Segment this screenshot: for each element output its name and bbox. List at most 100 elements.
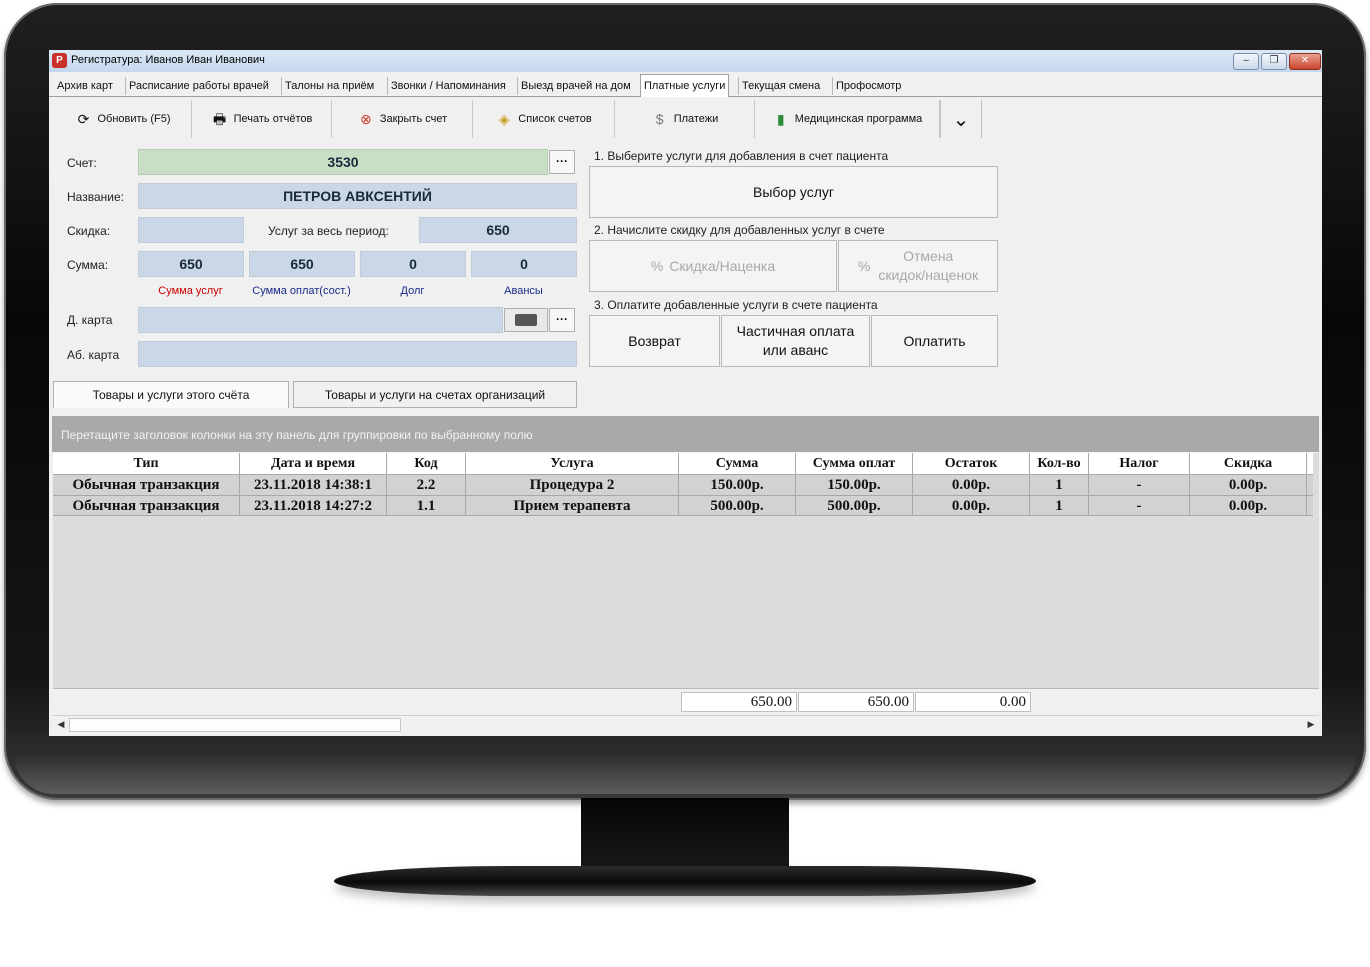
card-plus-icon	[515, 314, 537, 326]
medical-program-button[interactable]: ▮ Медицинская программа	[755, 100, 940, 138]
payments-label: Платежи	[673, 113, 719, 125]
col-sum[interactable]: Сумма	[679, 453, 796, 474]
dcard-label: Д. карта	[67, 313, 113, 327]
discount-markup-label: Скидка/Наценка	[669, 257, 776, 274]
partial-payment-label: Частичная оплата или аванс	[737, 322, 855, 360]
horizontal-scrollbar[interactable]: ◀ ▶	[53, 715, 1319, 733]
cell-datetime: 23.11.2018 14:27:2	[240, 496, 387, 516]
cancel-discounts-button[interactable]: % Отмена скидок/наценок	[838, 240, 998, 292]
discount-field[interactable]	[138, 217, 244, 243]
dcard-field[interactable]	[138, 307, 503, 333]
col-service[interactable]: Услуга	[466, 453, 679, 474]
scroll-right-icon[interactable]: ▶	[1304, 717, 1318, 731]
payments-button[interactable]: $ Платежи	[615, 100, 755, 138]
tab-checkup[interactable]: Профосмотр	[832, 77, 904, 95]
more-chevron-button[interactable]: ⌄	[940, 100, 982, 138]
scrollbar-thumb[interactable]	[69, 718, 401, 732]
period-total-field: 650	[419, 217, 577, 243]
scroll-left-icon[interactable]: ◀	[54, 717, 68, 731]
close-account-icon: ⊗	[359, 111, 372, 127]
cell-rest: 0.00р.	[913, 475, 1030, 495]
cell-service: Процедура 2	[466, 475, 679, 495]
col-rest[interactable]: Остаток	[913, 453, 1030, 474]
app-window: Р Регистратура: Иванов Иван Иванович – ❐…	[49, 50, 1322, 736]
cell-sum: 150.00р.	[679, 475, 796, 495]
print-reports-button[interactable]: 🖶 Печать отчётов	[192, 100, 332, 138]
accounts-list-button[interactable]: ◈ Список счетов	[473, 100, 615, 138]
table-row[interactable]: Обычная транзакция 23.11.2018 14:38:1 2.…	[53, 474, 1313, 495]
abcard-label: Аб. карта	[67, 348, 120, 362]
account-field[interactable]: 3530	[138, 149, 548, 175]
dcard-ellipsis-button[interactable]: ···	[549, 308, 575, 332]
total-sum: 650.00	[681, 692, 797, 712]
tab-tickets[interactable]: Талоны на приём	[281, 77, 377, 95]
accounts-list-icon: ◈	[498, 111, 510, 127]
cell-type: Обычная транзакция	[53, 496, 240, 516]
refresh-label: Обновить (F5)	[97, 113, 171, 125]
toolbar: ⟳ Обновить (F5) 🖶 Печать отчётов ⊗ Закры…	[49, 98, 1322, 141]
tab-current-shift[interactable]: Текущая смена	[738, 77, 823, 95]
close-account-button[interactable]: ⊗ Закрыть счет	[332, 100, 473, 138]
grid-totals-bar: 650.00 650.00 0.00	[53, 688, 1319, 715]
select-services-button[interactable]: Выбор услуг	[589, 166, 998, 218]
cell-rest: 0.00р.	[913, 496, 1030, 516]
sum-paid-caption: Сумма оплат(сост.)	[252, 285, 351, 297]
col-discount[interactable]: Скидка	[1190, 453, 1307, 474]
cell-qty: 1	[1030, 496, 1089, 516]
col-paid[interactable]: Сумма оплат	[796, 453, 913, 474]
discount-markup-button[interactable]: % Скидка/Наценка	[589, 240, 837, 292]
tab-this-account-items[interactable]: Товары и услуги этого счёта	[53, 381, 289, 408]
accounts-list-label: Список счетов	[518, 113, 592, 125]
cell-tax: -	[1089, 475, 1190, 495]
table-row[interactable]: Обычная транзакция 23.11.2018 14:27:2 1.…	[53, 495, 1313, 516]
col-code[interactable]: Код	[387, 453, 466, 474]
cancel-discounts-line1: Отмена	[903, 248, 954, 264]
step2-label: 2. Начислите скидку для добавленных услу…	[594, 223, 885, 237]
close-window-button[interactable]: ✕	[1289, 53, 1321, 70]
col-datetime[interactable]: Дата и время	[240, 453, 387, 474]
col-tax[interactable]: Налог	[1089, 453, 1190, 474]
tab-org-account-items[interactable]: Товары и услуги на счетах организаций	[293, 381, 577, 408]
tab-archive[interactable]: Архив карт	[54, 77, 116, 95]
account-label: Счет:	[67, 156, 97, 170]
pay-button[interactable]: Оплатить	[871, 315, 998, 367]
cell-paid: 150.00р.	[796, 475, 913, 495]
col-type[interactable]: Тип	[53, 453, 240, 474]
col-qty[interactable]: Кол-во	[1030, 453, 1089, 474]
refresh-button[interactable]: ⟳ Обновить (F5)	[54, 100, 192, 138]
period-label: Услуг за весь период:	[268, 224, 389, 238]
tab-calls[interactable]: Звонки / Напоминания	[387, 77, 509, 95]
title-bar: Р Регистратура: Иванов Иван Иванович – ❐…	[49, 50, 1322, 73]
items-grid: Тип Дата и время Код Услуга Сумма Сумма …	[53, 453, 1319, 688]
tab-home-visits[interactable]: Выезд врачей на дом	[517, 77, 634, 95]
coin-icon: $	[655, 111, 664, 127]
partial-payment-button[interactable]: Частичная оплата или аванс	[721, 315, 870, 367]
total-rest: 0.00	[915, 692, 1031, 712]
printer-icon: 🖶	[213, 111, 227, 127]
cell-tax: -	[1089, 496, 1190, 516]
group-by-panel[interactable]: Перетащите заголовок колонки на эту пане…	[52, 416, 1319, 452]
refund-button[interactable]: Возврат	[589, 315, 720, 367]
cancel-discounts-label: Отмена скидок/наценок	[878, 247, 978, 285]
debt-field: 0	[360, 251, 466, 277]
advances-caption: Авансы	[504, 285, 543, 297]
step3-label: 3. Оплатите добавленные услуги в счете п…	[594, 298, 878, 312]
grid-header: Тип Дата и время Код Услуга Сумма Сумма …	[53, 453, 1313, 474]
add-card-button[interactable]	[504, 308, 548, 332]
maximize-button[interactable]: ❐	[1261, 53, 1287, 70]
advances-field: 0	[471, 251, 577, 277]
name-field[interactable]: ПЕТРОВ АВКСЕНТИЙ	[138, 183, 577, 209]
cell-code: 1.1	[387, 496, 466, 516]
main-tabs: Архив карт Расписание работы врачей Тало…	[49, 72, 1322, 97]
sum-services-field: 650	[138, 251, 244, 277]
total-paid: 650.00	[798, 692, 914, 712]
tab-paid-services[interactable]: Платные услуги	[640, 74, 730, 97]
window-title: Регистратура: Иванов Иван Иванович	[71, 54, 265, 66]
abcard-field[interactable]	[138, 341, 577, 367]
account-ellipsis-button[interactable]: ···	[549, 150, 575, 174]
medical-book-icon: ▮	[776, 111, 785, 127]
cell-discount: 0.00р.	[1190, 496, 1307, 516]
minimize-button[interactable]: –	[1233, 53, 1259, 70]
app-logo-icon: Р	[52, 53, 67, 68]
tab-schedule[interactable]: Расписание работы врачей	[125, 77, 272, 95]
